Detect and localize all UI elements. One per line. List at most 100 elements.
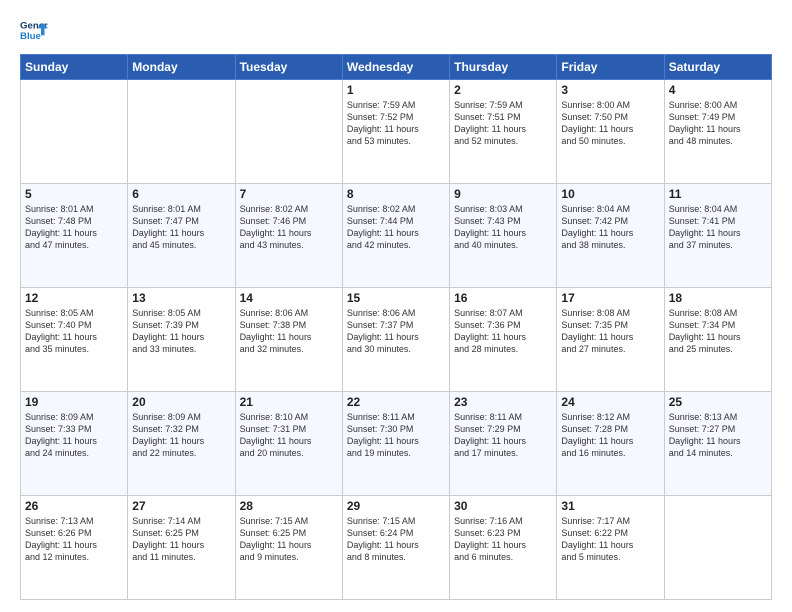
calendar-cell: 23 Sunrise: 8:11 AM Sunset: 7:29 PM Dayli… [450,392,557,496]
logo-icon: General Blue [20,16,48,44]
day-info: Sunrise: 7:15 AM Sunset: 6:24 PM Dayligh… [347,515,445,564]
day-info: Sunrise: 8:11 AM Sunset: 7:30 PM Dayligh… [347,411,445,460]
day-info: Sunrise: 8:06 AM Sunset: 7:37 PM Dayligh… [347,307,445,356]
calendar-cell: 16 Sunrise: 8:07 AM Sunset: 7:36 PM Dayli… [450,288,557,392]
weekday-header: Saturday [664,55,771,80]
calendar-week-row: 19 Sunrise: 8:09 AM Sunset: 7:33 PM Dayli… [21,392,772,496]
day-number: 14 [240,291,338,305]
calendar-cell [235,80,342,184]
calendar-cell: 15 Sunrise: 8:06 AM Sunset: 7:37 PM Dayli… [342,288,449,392]
calendar-cell: 27Sunrise: 7:14 AM Sunset: 6:25 PM Dayli… [128,496,235,600]
calendar-cell [664,496,771,600]
calendar-cell: 11Sunrise: 8:04 AM Sunset: 7:41 PM Dayli… [664,184,771,288]
day-number: 7 [240,187,338,201]
calendar-week-row: 5 Sunrise: 8:01 AM Sunset: 7:48 PM Daylig… [21,184,772,288]
day-number: 24 [561,395,659,409]
calendar-cell: 3 Sunrise: 8:00 AM Sunset: 7:50 PM Daylig… [557,80,664,184]
day-info: Sunrise: 8:05 AM Sunset: 7:40 PM Dayligh… [25,307,123,356]
day-info: Sunrise: 8:09 AM Sunset: 7:33 PM Dayligh… [25,411,123,460]
calendar-cell: 6 Sunrise: 8:01 AM Sunset: 7:47 PM Daylig… [128,184,235,288]
day-number: 19 [25,395,123,409]
day-info: Sunrise: 8:13 AM Sunset: 7:27 PM Dayligh… [669,411,767,460]
calendar-cell: 24Sunrise: 8:12 AM Sunset: 7:28 PM Dayli… [557,392,664,496]
day-number: 26 [25,499,123,513]
calendar-cell: 18 Sunrise: 8:08 AM Sunset: 7:34 PM Dayli… [664,288,771,392]
day-number: 31 [561,499,659,513]
day-number: 3 [561,83,659,97]
day-info: Sunrise: 8:08 AM Sunset: 7:34 PM Dayligh… [669,307,767,356]
weekday-header: Wednesday [342,55,449,80]
day-number: 9 [454,187,552,201]
calendar-cell: 29 Sunrise: 7:15 AM Sunset: 6:24 PM Dayli… [342,496,449,600]
calendar-week-row: 1 Sunrise: 7:59 AM Sunset: 7:52 PM Daylig… [21,80,772,184]
weekday-header: Tuesday [235,55,342,80]
calendar-header-row: SundayMondayTuesdayWednesdayThursdayFrid… [21,55,772,80]
day-number: 10 [561,187,659,201]
calendar-cell: 4 Sunrise: 8:00 AM Sunset: 7:49 PM Daylig… [664,80,771,184]
calendar-cell: 22Sunrise: 8:11 AM Sunset: 7:30 PM Dayli… [342,392,449,496]
calendar-cell: 13 Sunrise: 8:05 AM Sunset: 7:39 PM Dayli… [128,288,235,392]
day-info: Sunrise: 7:14 AM Sunset: 6:25 PM Dayligh… [132,515,230,564]
day-number: 20 [132,395,230,409]
page: General Blue SundayMondayTuesdayWednesda… [0,0,792,612]
day-info: Sunrise: 8:11 AM Sunset: 7:29 PM Dayligh… [454,411,552,460]
weekday-header: Thursday [450,55,557,80]
calendar-cell: 10 Sunrise: 8:04 AM Sunset: 7:42 PM Dayli… [557,184,664,288]
day-number: 8 [347,187,445,201]
logo: General Blue [20,16,52,44]
calendar-cell: 31 Sunrise: 7:17 AM Sunset: 6:22 PM Dayli… [557,496,664,600]
day-number: 1 [347,83,445,97]
day-info: Sunrise: 8:01 AM Sunset: 7:48 PM Dayligh… [25,203,123,252]
day-number: 23 [454,395,552,409]
day-number: 16 [454,291,552,305]
calendar-week-row: 12 Sunrise: 8:05 AM Sunset: 7:40 PM Dayli… [21,288,772,392]
day-number: 13 [132,291,230,305]
calendar-cell: 17Sunrise: 8:08 AM Sunset: 7:35 PM Dayli… [557,288,664,392]
day-number: 2 [454,83,552,97]
calendar-week-row: 26Sunrise: 7:13 AM Sunset: 6:26 PM Dayli… [21,496,772,600]
calendar-cell: 21 Sunrise: 8:10 AM Sunset: 7:31 PM Dayli… [235,392,342,496]
day-info: Sunrise: 8:05 AM Sunset: 7:39 PM Dayligh… [132,307,230,356]
calendar-cell [128,80,235,184]
day-number: 15 [347,291,445,305]
calendar-cell: 14 Sunrise: 8:06 AM Sunset: 7:38 PM Dayli… [235,288,342,392]
day-info: Sunrise: 8:02 AM Sunset: 7:44 PM Dayligh… [347,203,445,252]
svg-text:Blue: Blue [20,31,41,42]
day-info: Sunrise: 7:59 AM Sunset: 7:52 PM Dayligh… [347,99,445,148]
day-info: Sunrise: 8:00 AM Sunset: 7:49 PM Dayligh… [669,99,767,148]
calendar-cell: 7 Sunrise: 8:02 AM Sunset: 7:46 PM Daylig… [235,184,342,288]
day-number: 25 [669,395,767,409]
day-number: 4 [669,83,767,97]
header: General Blue [20,16,772,44]
day-number: 28 [240,499,338,513]
calendar-cell: 2Sunrise: 7:59 AM Sunset: 7:51 PM Daylig… [450,80,557,184]
weekday-header: Friday [557,55,664,80]
day-number: 18 [669,291,767,305]
calendar-cell: 28 Sunrise: 7:15 AM Sunset: 6:25 PM Dayli… [235,496,342,600]
calendar-cell: 19 Sunrise: 8:09 AM Sunset: 7:33 PM Dayli… [21,392,128,496]
day-number: 21 [240,395,338,409]
day-info: Sunrise: 8:01 AM Sunset: 7:47 PM Dayligh… [132,203,230,252]
day-number: 5 [25,187,123,201]
day-info: Sunrise: 8:07 AM Sunset: 7:36 PM Dayligh… [454,307,552,356]
day-number: 6 [132,187,230,201]
calendar-cell: 8 Sunrise: 8:02 AM Sunset: 7:44 PM Daylig… [342,184,449,288]
day-info: Sunrise: 8:06 AM Sunset: 7:38 PM Dayligh… [240,307,338,356]
calendar-cell: 1 Sunrise: 7:59 AM Sunset: 7:52 PM Daylig… [342,80,449,184]
calendar-cell: 20Sunrise: 8:09 AM Sunset: 7:32 PM Dayli… [128,392,235,496]
day-info: Sunrise: 7:16 AM Sunset: 6:23 PM Dayligh… [454,515,552,564]
day-info: Sunrise: 8:03 AM Sunset: 7:43 PM Dayligh… [454,203,552,252]
day-number: 29 [347,499,445,513]
day-info: Sunrise: 8:04 AM Sunset: 7:42 PM Dayligh… [561,203,659,252]
calendar-cell: 25 Sunrise: 8:13 AM Sunset: 7:27 PM Dayli… [664,392,771,496]
day-info: Sunrise: 8:08 AM Sunset: 7:35 PM Dayligh… [561,307,659,356]
calendar-cell: 12 Sunrise: 8:05 AM Sunset: 7:40 PM Dayli… [21,288,128,392]
day-info: Sunrise: 7:17 AM Sunset: 6:22 PM Dayligh… [561,515,659,564]
day-info: Sunrise: 8:02 AM Sunset: 7:46 PM Dayligh… [240,203,338,252]
day-number: 30 [454,499,552,513]
weekday-header: Monday [128,55,235,80]
day-info: Sunrise: 8:10 AM Sunset: 7:31 PM Dayligh… [240,411,338,460]
day-info: Sunrise: 8:00 AM Sunset: 7:50 PM Dayligh… [561,99,659,148]
day-info: Sunrise: 7:15 AM Sunset: 6:25 PM Dayligh… [240,515,338,564]
day-number: 12 [25,291,123,305]
